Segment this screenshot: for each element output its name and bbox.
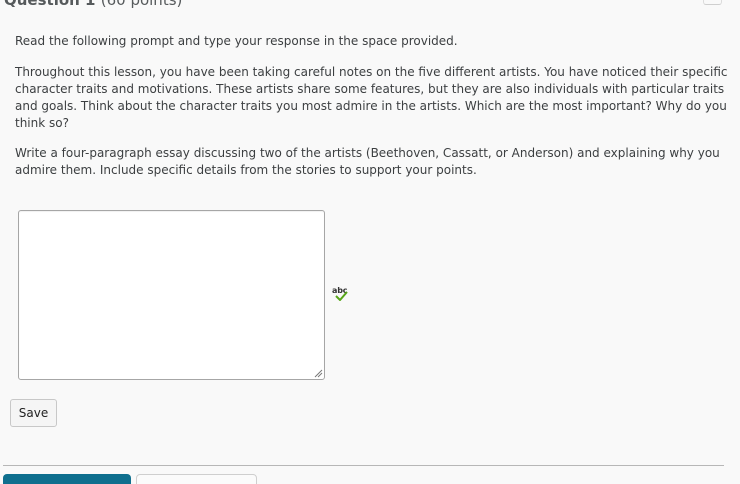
- divider: [3, 465, 724, 466]
- question-page: Question 1 (60 points) Read the followin…: [0, 0, 740, 484]
- question-title: Question 1 (60 points): [4, 0, 182, 9]
- prompt-paragraph: Throughout this lesson, you have been ta…: [15, 65, 728, 130]
- secondary-action-button[interactable]: [136, 474, 257, 484]
- spellcheck-icon[interactable]: abc: [331, 286, 351, 304]
- primary-action-button[interactable]: [3, 474, 131, 484]
- corner-tab-icon[interactable]: [703, 0, 722, 5]
- resize-grip-icon[interactable]: [314, 369, 323, 378]
- checkmark-icon: [335, 291, 348, 301]
- response-textarea[interactable]: [18, 210, 325, 380]
- prompt-task: Write a four-paragraph essay discussing …: [15, 146, 720, 177]
- question-prompt: Read the following prompt and type your …: [15, 33, 729, 191]
- question-points: (60 points): [100, 0, 183, 9]
- save-button[interactable]: Save: [10, 399, 57, 427]
- question-number: Question 1: [4, 0, 96, 9]
- prompt-instruction: Read the following prompt and type your …: [15, 34, 458, 48]
